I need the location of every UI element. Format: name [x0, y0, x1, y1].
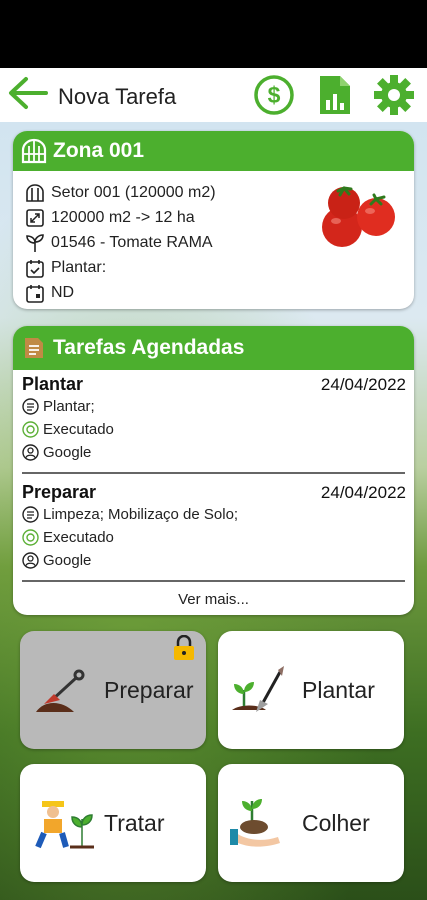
task-status-row: Executado	[22, 529, 114, 546]
zone-crop: 01546 - Tomate RAMA	[51, 234, 213, 251]
task-status-row: Executado	[22, 421, 114, 438]
lock-icon	[174, 635, 194, 660]
tratar-button[interactable]: Tratar	[20, 764, 206, 882]
colher-label: Colher	[302, 809, 370, 836]
zone-crop-row: 01546 - Tomate RAMA	[25, 233, 213, 253]
tratar-label: Tratar	[104, 809, 165, 836]
page-title: Nova Tarefa	[58, 84, 177, 109]
greenhouse-icon	[21, 138, 47, 164]
zone-title: Zona 001	[53, 139, 145, 162]
task-user: Google	[43, 444, 92, 461]
list-icon	[22, 506, 39, 523]
task-detail: Plantar;	[43, 398, 95, 415]
scheduled-tasks-header: Tarefas Agendadas	[13, 326, 414, 370]
task-item[interactable]: Preparar 24/04/2022 Limpeza; Mobilizaço …	[13, 482, 414, 582]
status-icon	[22, 421, 39, 438]
task-date: 24/04/2022	[320, 375, 406, 394]
zone-card-header: Zona 001	[13, 131, 414, 171]
task-detail-row: Plantar;	[22, 398, 95, 415]
zone-status: ND	[51, 284, 75, 301]
gear-icon[interactable]	[373, 74, 415, 116]
list-icon	[22, 398, 39, 415]
plantar-label: Plantar	[302, 676, 375, 703]
zone-sector: Setor 001 (120000 m2)	[51, 184, 216, 201]
document-icon	[25, 338, 43, 358]
zone-status-row: ND	[25, 283, 74, 303]
dollar-icon[interactable]: $	[253, 74, 295, 116]
user-icon	[22, 552, 39, 569]
task-date: 24/04/2022	[320, 483, 406, 502]
scheduled-tasks-title: Tarefas Agendadas	[53, 336, 245, 359]
plantar-button[interactable]: Plantar	[218, 631, 404, 749]
task-user-row: Google	[22, 444, 91, 461]
task-name: Preparar	[22, 482, 97, 502]
user-icon	[22, 444, 39, 461]
area-icon	[26, 209, 44, 227]
task-name: Plantar	[22, 374, 84, 394]
sprout-icon	[26, 234, 44, 252]
task-status: Executado	[43, 421, 114, 438]
divider	[22, 472, 405, 474]
harvest-icon	[230, 799, 280, 847]
zone-sector-row: Setor 001 (120000 m2)	[25, 183, 216, 203]
zone-activity-row: Plantar:	[25, 258, 106, 278]
calendar-icon	[26, 285, 44, 303]
task-user-row: Google	[22, 552, 91, 569]
zone-area: 120000 m2 -> 12 ha	[51, 209, 195, 226]
arrow-left-icon[interactable]	[6, 74, 50, 112]
svg-text:$: $	[268, 82, 281, 108]
task-status: Executado	[43, 529, 114, 546]
zone-activity: Plantar:	[51, 259, 107, 276]
task-item[interactable]: Plantar 24/04/2022 Plantar; Executado Go…	[13, 374, 414, 474]
farmer-icon	[35, 801, 94, 849]
scheduled-tasks-card: Tarefas Agendadas Plantar 24/04/2022 Pla…	[13, 326, 414, 615]
status-icon	[22, 529, 39, 546]
report-icon[interactable]	[314, 74, 356, 116]
task-detail-row: Limpeza; Mobilizaço de Solo;	[22, 506, 238, 523]
see-more-link[interactable]: Ver mais...	[13, 591, 414, 608]
greenhouse-icon	[26, 184, 44, 202]
divider	[22, 580, 405, 582]
tomato-image	[322, 186, 395, 247]
shovel-icon	[36, 669, 85, 712]
zone-card: Zona 001 Setor 001 (120000 m2) 120000 m2…	[13, 131, 414, 309]
calendar-check-icon	[26, 260, 44, 278]
colher-button[interactable]: Colher	[218, 764, 404, 882]
zone-area-row: 120000 m2 -> 12 ha	[25, 208, 195, 228]
task-user: Google	[43, 552, 92, 569]
preparar-button[interactable]: Preparar	[20, 631, 206, 749]
preparar-label: Preparar	[104, 676, 194, 703]
planting-icon	[232, 666, 284, 712]
task-detail: Limpeza; Mobilizaço de Solo;	[43, 506, 239, 523]
